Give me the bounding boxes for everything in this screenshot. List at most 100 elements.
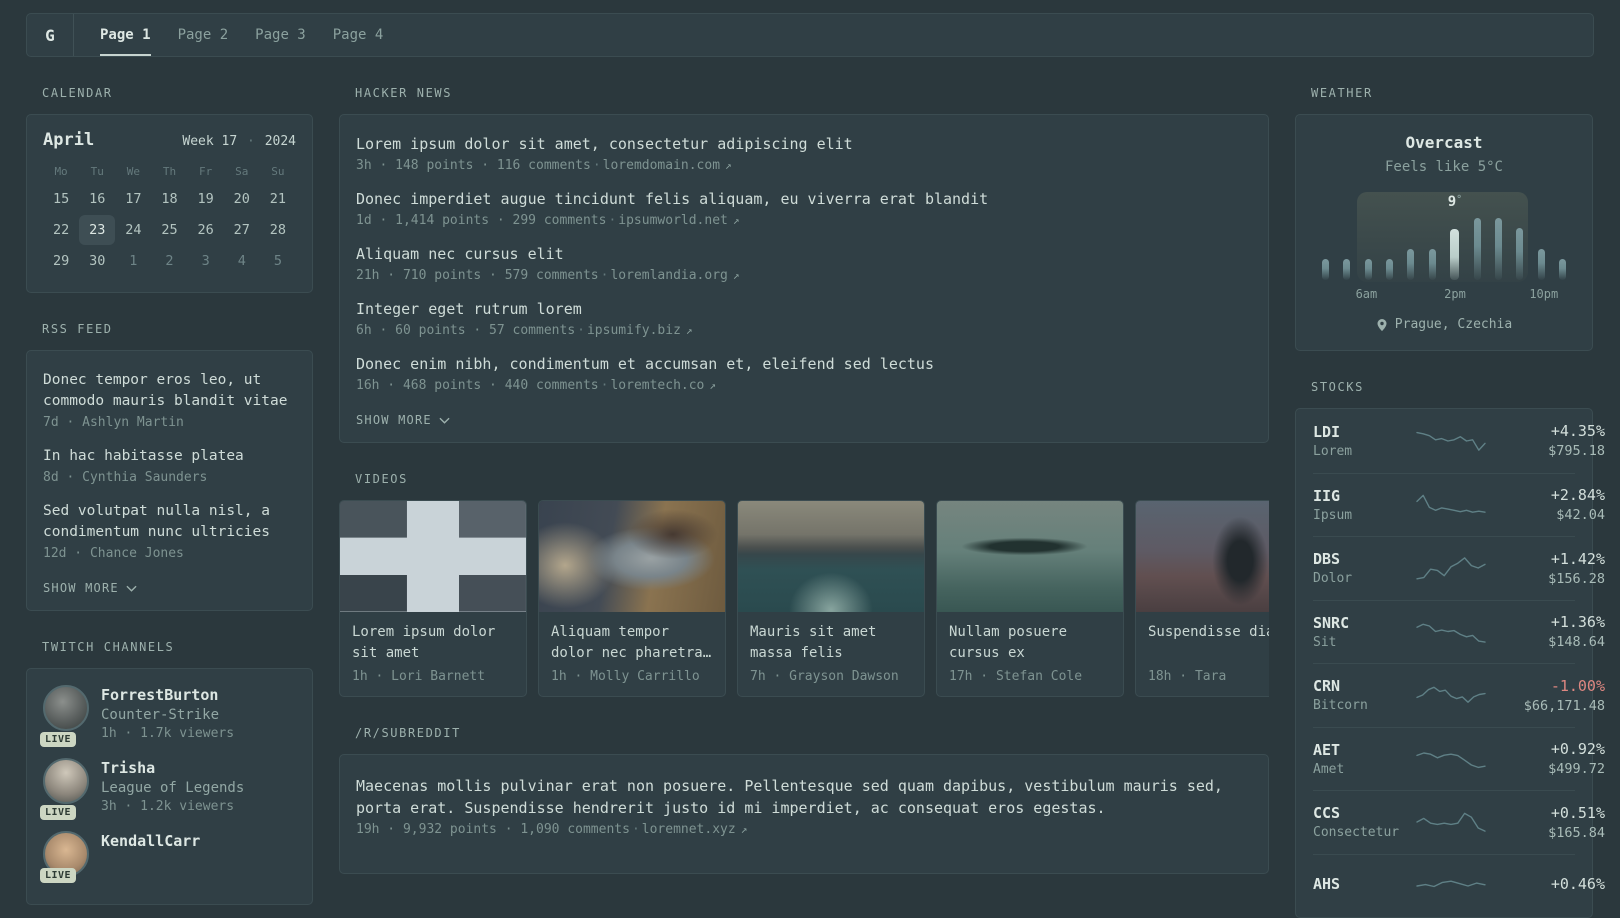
video-card[interactable]: Aliquam tempor dolor nec pharetra… 1h · … [538,500,726,697]
hn-item: Aliquam nec cursus elit 21h · 710 points… [356,244,1252,283]
hn-item-title[interactable]: Lorem ipsum dolor sit amet, consectetur … [356,134,1252,155]
rss-item-title[interactable]: Sed volutpat nulla nisl, a condimentum n… [43,501,296,543]
stock-change: +2.84% [1550,486,1605,505]
rss-show-more-button[interactable]: SHOW MORE [43,581,137,595]
video-title[interactable]: Suspendisse diam [1148,622,1269,664]
calendar-day: 5 [273,253,282,269]
stock-row: LDI Lorem +4.35% $795.18 [1313,409,1605,473]
channel-category: Counter-Strike [101,707,220,723]
calendar-day: 15 [52,191,70,207]
hn-item-title[interactable]: Donec imperdiet augue tincidunt felis al… [356,189,1252,210]
hn-item-title[interactable]: Integer eget rutrum lorem [356,299,1252,320]
stock-symbol[interactable]: CCS [1313,804,1415,822]
tab-page-2[interactable]: Page 2 [178,14,229,56]
twitch-channel[interactable]: LIVE Trisha League of Legends 3h · 1.2k … [40,758,296,820]
twitch-channel[interactable]: LIVE ForrestBurton Counter-Strike 1h · 1… [40,685,296,747]
video-card[interactable]: Mauris sit amet massa felis 7h · Grayson… [737,500,925,697]
stock-name: Bitcorn [1313,698,1368,714]
video-meta: 7h · Grayson Dawson [750,669,899,684]
stock-change: +1.36% [1550,613,1605,632]
dashboard-page: G Page 1 Page 2 Page 3 Page 4 CALENDAR A… [0,0,1620,918]
rss-item-meta: 8d · Cynthia Saunders [43,470,208,485]
stock-name: Ipsum [1313,507,1353,523]
stock-change: +0.51% [1550,803,1605,822]
stocks-widget-title: STOCKS [1311,380,1364,394]
weather-bar [1473,218,1481,280]
video-title[interactable]: Mauris sit amet massa felis [750,622,912,664]
stocks-widget: STOCKS LDI Lorem +4.35% $795.18 IIG Ipsum +… [1295,380,1605,918]
stock-symbol[interactable]: IIG [1313,487,1415,505]
tab-page-4[interactable]: Page 4 [333,14,384,56]
channel-avatar [43,685,89,731]
weather-hour-labels: 6am 2pm 10pm [1322,287,1566,302]
channel-name[interactable]: KendallCarr [101,832,200,850]
video-thumbnail[interactable] [340,501,526,612]
calendar-widget-title: CALENDAR [42,86,113,100]
app-logo[interactable]: G [27,14,74,56]
channel-avatar [43,758,89,804]
hn-item-domain-link[interactable]: loremtech.co ↗ [610,378,716,393]
hn-item-domain-link[interactable]: ipsumify.biz ↗ [587,323,693,338]
stock-symbol[interactable]: SNRC [1313,614,1415,632]
video-card[interactable]: Lorem ipsum dolor sit amet consectetu… 1… [339,500,527,697]
channel-name[interactable]: Trisha [101,759,244,777]
video-card[interactable]: Suspendisse diam 18h · Tara [1135,500,1269,697]
rss-item-meta: 7d · Ashlyn Martin [43,415,184,430]
page-tabs: Page 1 Page 2 Page 3 Page 4 [74,14,383,56]
stock-row: SNRC Sit +1.36% $148.64 [1313,599,1605,664]
dot-separator: · [247,134,255,149]
rss-item-title[interactable]: Donec tempor eros leo, ut commodo mauris… [43,370,296,412]
middle-column: HACKER NEWS Lorem ipsum dolor sit amet, … [339,57,1269,874]
video-thumbnail[interactable] [738,501,924,612]
video-title[interactable]: Aliquam tempor dolor nec pharetra… [551,622,713,664]
video-meta: 17h · Stefan Cole [949,669,1083,684]
video-title[interactable]: Nullam posuere cursus ex [949,622,1111,664]
twitch-widget: TWITCH CHANNELS LIVE ForrestBurton Count… [26,640,313,905]
twitch-channel[interactable]: LIVE KendallCarr [40,831,296,883]
hn-show-more-button[interactable]: SHOW MORE [356,413,450,427]
rss-item-title[interactable]: In hac habitasse platea [43,446,296,467]
channel-name[interactable]: ForrestBurton [101,686,234,704]
video-thumbnail[interactable] [1136,501,1269,612]
video-thumbnail[interactable] [937,501,1123,612]
stock-symbol[interactable]: AHS [1313,875,1415,893]
reddit-post-domain-link[interactable]: loremnet.xyz ↗ [642,822,748,837]
stock-symbol[interactable]: AET [1313,741,1415,759]
stock-symbol[interactable]: LDI [1313,423,1415,441]
rss-item: Sed volutpat nulla nisl, a condimentum n… [43,501,296,561]
video-card[interactable]: Nullam posuere cursus ex 17h · Stefan Co… [936,500,1124,697]
calendar-day: 18 [161,191,178,207]
subreddit-widget: /R/SUBREDDIT Maecenas mollis pulvinar er… [339,726,1269,874]
header: G Page 1 Page 2 Page 3 Page 4 [26,13,1594,57]
stock-symbol[interactable]: CRN [1313,677,1415,695]
weather-bar [1558,259,1566,280]
hn-item-meta: 21h · 710 points · 579 comments · loremlan… [356,268,740,283]
stock-price: $499.72 [1548,761,1605,778]
hn-item-meta: 6h · 60 points · 57 comments · ipsumify.bi… [356,323,693,338]
dot-separator: · [608,213,617,228]
reddit-post-meta: 19h · 9,932 points · 1,090 comments · lore… [356,822,748,837]
stock-price: $165.84 [1548,824,1605,841]
tab-page-1[interactable]: Page 1 [100,14,151,56]
hn-item-meta: 1d · 1,414 points · 299 comments · ipsumwo… [356,213,740,228]
hn-item-domain-link[interactable]: ipsumworld.net ↗ [618,213,739,228]
stock-sparkline [1416,623,1486,643]
hn-item-domain-link[interactable]: loremdomain.com ↗ [603,158,732,173]
live-badge: LIVE [40,868,77,883]
dot-separator: · [592,158,601,173]
stock-row: CCS Consectetur +0.51% $165.84 [1313,790,1605,854]
calendar-day: 3 [201,253,210,269]
stock-symbol[interactable]: DBS [1313,550,1415,568]
hn-item-domain-link[interactable]: loremlandia.org ↗ [610,268,739,283]
hn-item-title[interactable]: Aliquam nec cursus elit [356,244,1252,265]
tab-page-3[interactable]: Page 3 [255,14,306,56]
video-thumbnail[interactable] [539,501,725,612]
hn-item-title[interactable]: Donec enim nibh, condimentum et accumsan… [356,354,1252,375]
weather-bar [1428,249,1436,280]
reddit-post-title[interactable]: Maecenas mollis pulvinar erat non posuer… [356,775,1252,819]
weather-bar [1516,228,1524,280]
stock-sparkline [1416,431,1486,451]
rss-widget: RSS FEED Donec tempor eros leo, ut commo… [26,322,313,611]
video-title[interactable]: Lorem ipsum dolor sit amet consectetu… [352,622,514,664]
weather-bar [1322,259,1329,280]
